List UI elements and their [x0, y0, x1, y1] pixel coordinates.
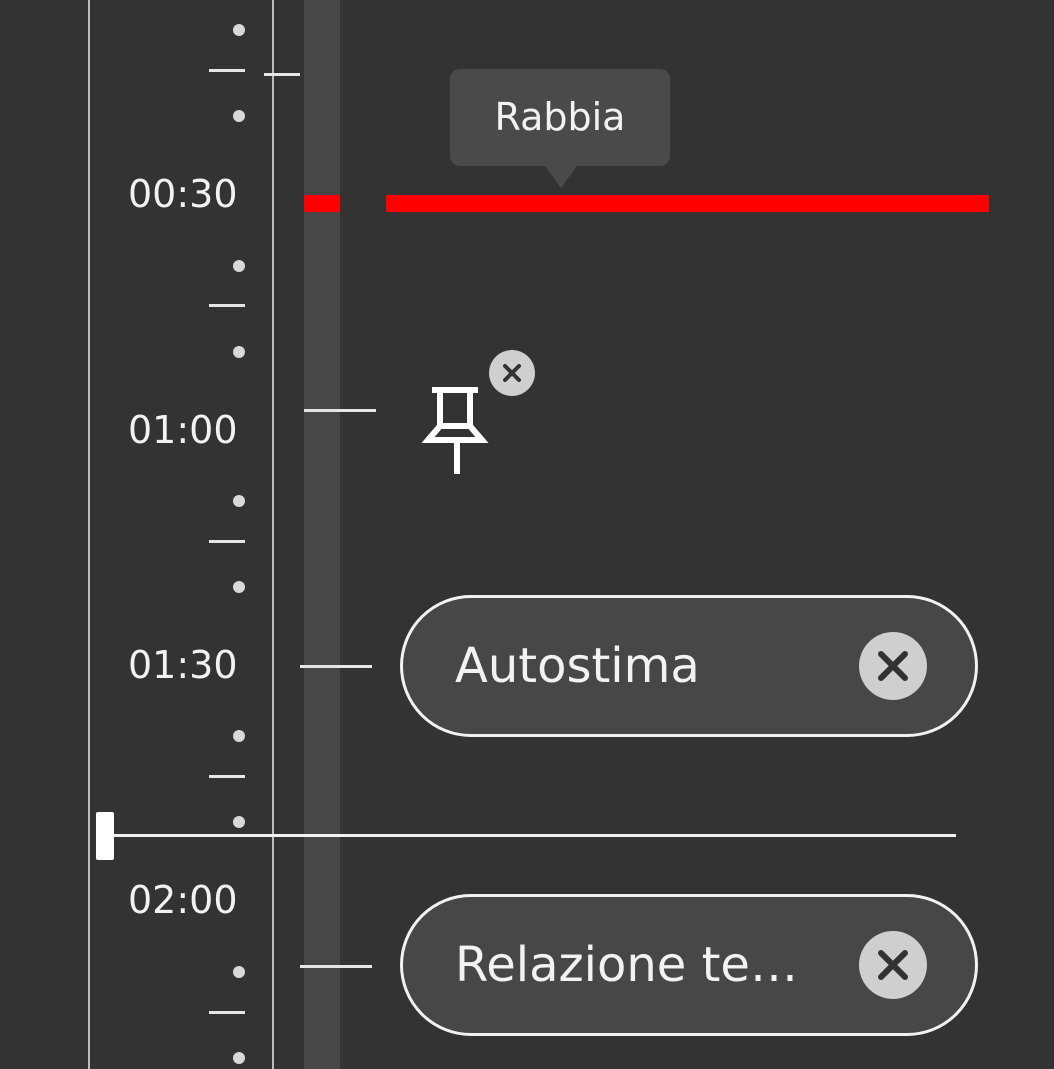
tick-dot — [233, 24, 245, 36]
remove-pin-button[interactable] — [489, 350, 535, 396]
tick-dot — [233, 495, 245, 507]
tag-chip[interactable]: Relazione te… — [400, 894, 978, 1036]
tick-dot — [233, 581, 245, 593]
time-label: 02:00 — [128, 878, 238, 922]
tick-dash — [209, 540, 245, 543]
tick-dash — [209, 775, 245, 778]
tag-connector — [300, 965, 372, 968]
remove-tag-button[interactable] — [859, 632, 927, 700]
playhead-line — [96, 834, 956, 837]
tick-dot — [233, 730, 245, 742]
tick-dash — [209, 69, 245, 72]
tick-dot — [233, 346, 245, 358]
close-icon — [878, 651, 908, 681]
tick-dot — [233, 110, 245, 122]
timeline-guide-right — [272, 0, 274, 1069]
close-icon — [503, 364, 521, 382]
time-label: 01:00 — [128, 408, 238, 452]
tick-dash — [209, 1011, 245, 1014]
playhead-handle[interactable] — [96, 812, 114, 860]
tick-dot — [233, 966, 245, 978]
tag-label: Autostima — [455, 638, 700, 694]
remove-tag-button[interactable] — [859, 931, 927, 999]
timeline-track[interactable] — [304, 0, 340, 1069]
close-icon — [878, 950, 908, 980]
tick-dot — [233, 1052, 245, 1064]
time-label: 01:30 — [128, 643, 238, 687]
timeline-guide-left — [88, 0, 90, 1069]
emotion-tooltip: Rabbia — [450, 69, 670, 166]
tag-label: Relazione te… — [455, 937, 798, 993]
tick-dash — [209, 304, 245, 307]
tag-connector — [300, 665, 372, 668]
pin-connector — [304, 409, 376, 412]
tick-dot — [233, 816, 245, 828]
tag-chip[interactable]: Autostima — [400, 595, 978, 737]
pushpin-icon[interactable] — [420, 382, 496, 482]
time-label: 00:30 — [128, 172, 238, 216]
tick-dot — [233, 260, 245, 272]
emotion-marker-track-segment[interactable] — [304, 195, 340, 212]
tick-dash — [264, 73, 300, 76]
emotion-marker-bar[interactable] — [386, 195, 989, 212]
tooltip-arrow — [545, 166, 577, 188]
